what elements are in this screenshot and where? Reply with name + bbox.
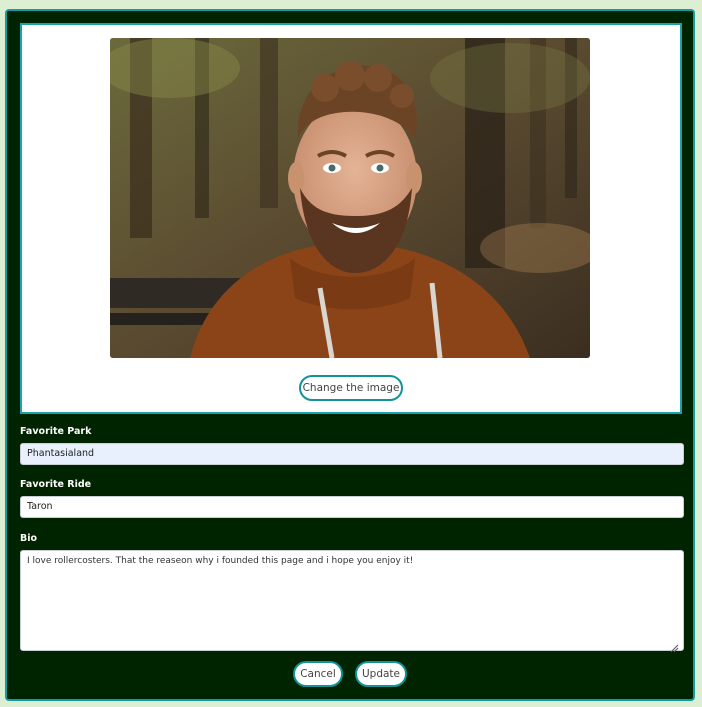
edit-profile-panel: Change the image Favorite Park Favorite … [5, 9, 695, 701]
bio-label: Bio [20, 533, 38, 544]
cancel-button[interactable]: Cancel [293, 661, 343, 687]
resize-grip-icon[interactable] [669, 638, 679, 653]
profile-photo [110, 38, 590, 358]
favorite-ride-label: Favorite Ride [20, 479, 92, 490]
change-image-button[interactable]: Change the image [299, 375, 403, 401]
update-button[interactable]: Update [355, 661, 407, 687]
favorite-park-input[interactable] [20, 443, 684, 465]
profile-image-card: Change the image [20, 23, 682, 414]
favorite-ride-input[interactable] [20, 496, 684, 518]
favorite-park-label: Favorite Park [20, 426, 92, 437]
bio-textarea[interactable]: I love rollercosters. That the reaseon w… [20, 550, 684, 651]
